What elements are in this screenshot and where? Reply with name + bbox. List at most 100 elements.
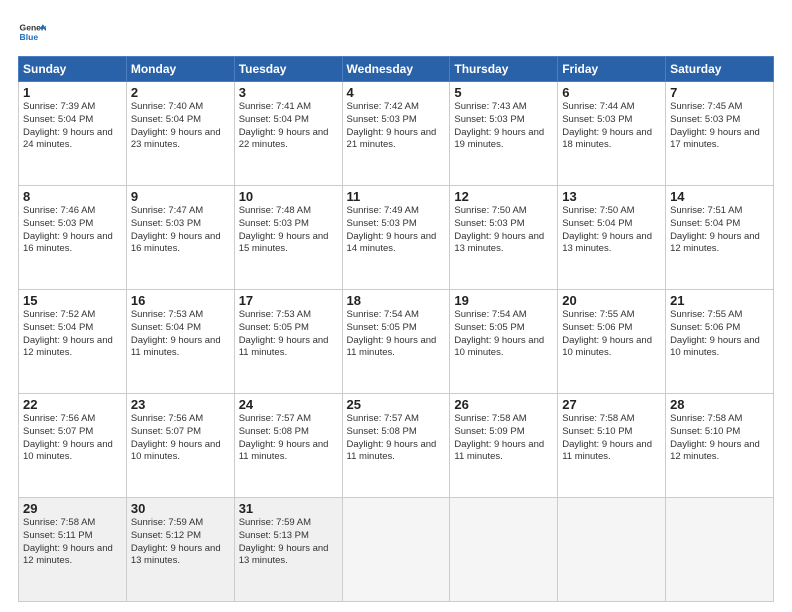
day-number: 23 bbox=[131, 397, 230, 412]
calendar-cell: 31Sunrise: 7:59 AMSunset: 5:13 PMDayligh… bbox=[234, 498, 342, 602]
cell-content: Sunrise: 7:51 AMSunset: 5:04 PMDaylight:… bbox=[670, 205, 769, 256]
cell-content: Sunrise: 7:50 AMSunset: 5:03 PMDaylight:… bbox=[454, 205, 553, 256]
day-number: 7 bbox=[670, 85, 769, 100]
calendar-cell: 15Sunrise: 7:52 AMSunset: 5:04 PMDayligh… bbox=[19, 290, 127, 394]
calendar-cell: 23Sunrise: 7:56 AMSunset: 5:07 PMDayligh… bbox=[126, 394, 234, 498]
calendar-cell: 25Sunrise: 7:57 AMSunset: 5:08 PMDayligh… bbox=[342, 394, 450, 498]
day-number: 3 bbox=[239, 85, 338, 100]
cell-content: Sunrise: 7:49 AMSunset: 5:03 PMDaylight:… bbox=[347, 205, 446, 256]
weekday-header-monday: Monday bbox=[126, 57, 234, 82]
calendar-cell: 10Sunrise: 7:48 AMSunset: 5:03 PMDayligh… bbox=[234, 186, 342, 290]
calendar-week-1: 1Sunrise: 7:39 AMSunset: 5:04 PMDaylight… bbox=[19, 82, 774, 186]
calendar-cell: 29Sunrise: 7:58 AMSunset: 5:11 PMDayligh… bbox=[19, 498, 127, 602]
day-number: 6 bbox=[562, 85, 661, 100]
day-number: 14 bbox=[670, 189, 769, 204]
calendar-cell: 17Sunrise: 7:53 AMSunset: 5:05 PMDayligh… bbox=[234, 290, 342, 394]
cell-content: Sunrise: 7:54 AMSunset: 5:05 PMDaylight:… bbox=[347, 309, 446, 360]
calendar-cell: 22Sunrise: 7:56 AMSunset: 5:07 PMDayligh… bbox=[19, 394, 127, 498]
cell-content: Sunrise: 7:58 AMSunset: 5:10 PMDaylight:… bbox=[562, 413, 661, 464]
calendar-cell: 7Sunrise: 7:45 AMSunset: 5:03 PMDaylight… bbox=[666, 82, 774, 186]
day-number: 15 bbox=[23, 293, 122, 308]
day-number: 22 bbox=[23, 397, 122, 412]
calendar-cell bbox=[450, 498, 558, 602]
day-number: 30 bbox=[131, 501, 230, 516]
cell-content: Sunrise: 7:40 AMSunset: 5:04 PMDaylight:… bbox=[131, 101, 230, 152]
calendar-cell: 27Sunrise: 7:58 AMSunset: 5:10 PMDayligh… bbox=[558, 394, 666, 498]
calendar-cell: 14Sunrise: 7:51 AMSunset: 5:04 PMDayligh… bbox=[666, 186, 774, 290]
cell-content: Sunrise: 7:53 AMSunset: 5:05 PMDaylight:… bbox=[239, 309, 338, 360]
calendar-cell: 3Sunrise: 7:41 AMSunset: 5:04 PMDaylight… bbox=[234, 82, 342, 186]
calendar-week-3: 15Sunrise: 7:52 AMSunset: 5:04 PMDayligh… bbox=[19, 290, 774, 394]
cell-content: Sunrise: 7:57 AMSunset: 5:08 PMDaylight:… bbox=[239, 413, 338, 464]
day-number: 16 bbox=[131, 293, 230, 308]
day-number: 8 bbox=[23, 189, 122, 204]
cell-content: Sunrise: 7:59 AMSunset: 5:12 PMDaylight:… bbox=[131, 517, 230, 568]
day-number: 31 bbox=[239, 501, 338, 516]
cell-content: Sunrise: 7:43 AMSunset: 5:03 PMDaylight:… bbox=[454, 101, 553, 152]
day-number: 4 bbox=[347, 85, 446, 100]
day-number: 5 bbox=[454, 85, 553, 100]
calendar-cell: 6Sunrise: 7:44 AMSunset: 5:03 PMDaylight… bbox=[558, 82, 666, 186]
day-number: 21 bbox=[670, 293, 769, 308]
calendar-cell bbox=[342, 498, 450, 602]
calendar-cell bbox=[666, 498, 774, 602]
weekday-header-sunday: Sunday bbox=[19, 57, 127, 82]
day-number: 17 bbox=[239, 293, 338, 308]
cell-content: Sunrise: 7:50 AMSunset: 5:04 PMDaylight:… bbox=[562, 205, 661, 256]
day-number: 25 bbox=[347, 397, 446, 412]
calendar-cell: 12Sunrise: 7:50 AMSunset: 5:03 PMDayligh… bbox=[450, 186, 558, 290]
day-number: 20 bbox=[562, 293, 661, 308]
day-number: 26 bbox=[454, 397, 553, 412]
day-number: 13 bbox=[562, 189, 661, 204]
cell-content: Sunrise: 7:42 AMSunset: 5:03 PMDaylight:… bbox=[347, 101, 446, 152]
weekday-header-saturday: Saturday bbox=[666, 57, 774, 82]
calendar-cell: 26Sunrise: 7:58 AMSunset: 5:09 PMDayligh… bbox=[450, 394, 558, 498]
calendar-cell: 21Sunrise: 7:55 AMSunset: 5:06 PMDayligh… bbox=[666, 290, 774, 394]
cell-content: Sunrise: 7:48 AMSunset: 5:03 PMDaylight:… bbox=[239, 205, 338, 256]
cell-content: Sunrise: 7:53 AMSunset: 5:04 PMDaylight:… bbox=[131, 309, 230, 360]
calendar-cell: 13Sunrise: 7:50 AMSunset: 5:04 PMDayligh… bbox=[558, 186, 666, 290]
cell-content: Sunrise: 7:39 AMSunset: 5:04 PMDaylight:… bbox=[23, 101, 122, 152]
cell-content: Sunrise: 7:59 AMSunset: 5:13 PMDaylight:… bbox=[239, 517, 338, 568]
cell-content: Sunrise: 7:55 AMSunset: 5:06 PMDaylight:… bbox=[670, 309, 769, 360]
calendar-table: SundayMondayTuesdayWednesdayThursdayFrid… bbox=[18, 56, 774, 602]
calendar-cell bbox=[558, 498, 666, 602]
logo-icon: General Blue bbox=[18, 18, 46, 46]
day-number: 11 bbox=[347, 189, 446, 204]
page: General Blue SundayMondayTuesdayWednesda… bbox=[0, 0, 792, 612]
weekday-header-friday: Friday bbox=[558, 57, 666, 82]
calendar-cell: 20Sunrise: 7:55 AMSunset: 5:06 PMDayligh… bbox=[558, 290, 666, 394]
day-number: 29 bbox=[23, 501, 122, 516]
header: General Blue bbox=[18, 18, 774, 46]
calendar-cell: 24Sunrise: 7:57 AMSunset: 5:08 PMDayligh… bbox=[234, 394, 342, 498]
cell-content: Sunrise: 7:45 AMSunset: 5:03 PMDaylight:… bbox=[670, 101, 769, 152]
cell-content: Sunrise: 7:58 AMSunset: 5:09 PMDaylight:… bbox=[454, 413, 553, 464]
day-number: 28 bbox=[670, 397, 769, 412]
cell-content: Sunrise: 7:58 AMSunset: 5:11 PMDaylight:… bbox=[23, 517, 122, 568]
day-number: 18 bbox=[347, 293, 446, 308]
day-number: 1 bbox=[23, 85, 122, 100]
calendar-cell: 5Sunrise: 7:43 AMSunset: 5:03 PMDaylight… bbox=[450, 82, 558, 186]
calendar-cell: 8Sunrise: 7:46 AMSunset: 5:03 PMDaylight… bbox=[19, 186, 127, 290]
calendar-cell: 16Sunrise: 7:53 AMSunset: 5:04 PMDayligh… bbox=[126, 290, 234, 394]
cell-content: Sunrise: 7:56 AMSunset: 5:07 PMDaylight:… bbox=[23, 413, 122, 464]
day-number: 2 bbox=[131, 85, 230, 100]
cell-content: Sunrise: 7:46 AMSunset: 5:03 PMDaylight:… bbox=[23, 205, 122, 256]
cell-content: Sunrise: 7:55 AMSunset: 5:06 PMDaylight:… bbox=[562, 309, 661, 360]
day-number: 10 bbox=[239, 189, 338, 204]
calendar-cell: 18Sunrise: 7:54 AMSunset: 5:05 PMDayligh… bbox=[342, 290, 450, 394]
cell-content: Sunrise: 7:41 AMSunset: 5:04 PMDaylight:… bbox=[239, 101, 338, 152]
calendar-cell: 19Sunrise: 7:54 AMSunset: 5:05 PMDayligh… bbox=[450, 290, 558, 394]
svg-text:Blue: Blue bbox=[20, 32, 39, 42]
calendar-week-5: 29Sunrise: 7:58 AMSunset: 5:11 PMDayligh… bbox=[19, 498, 774, 602]
day-number: 27 bbox=[562, 397, 661, 412]
cell-content: Sunrise: 7:56 AMSunset: 5:07 PMDaylight:… bbox=[131, 413, 230, 464]
day-number: 12 bbox=[454, 189, 553, 204]
cell-content: Sunrise: 7:54 AMSunset: 5:05 PMDaylight:… bbox=[454, 309, 553, 360]
cell-content: Sunrise: 7:58 AMSunset: 5:10 PMDaylight:… bbox=[670, 413, 769, 464]
cell-content: Sunrise: 7:44 AMSunset: 5:03 PMDaylight:… bbox=[562, 101, 661, 152]
calendar-week-2: 8Sunrise: 7:46 AMSunset: 5:03 PMDaylight… bbox=[19, 186, 774, 290]
calendar-cell: 11Sunrise: 7:49 AMSunset: 5:03 PMDayligh… bbox=[342, 186, 450, 290]
cell-content: Sunrise: 7:47 AMSunset: 5:03 PMDaylight:… bbox=[131, 205, 230, 256]
logo: General Blue bbox=[18, 18, 46, 46]
